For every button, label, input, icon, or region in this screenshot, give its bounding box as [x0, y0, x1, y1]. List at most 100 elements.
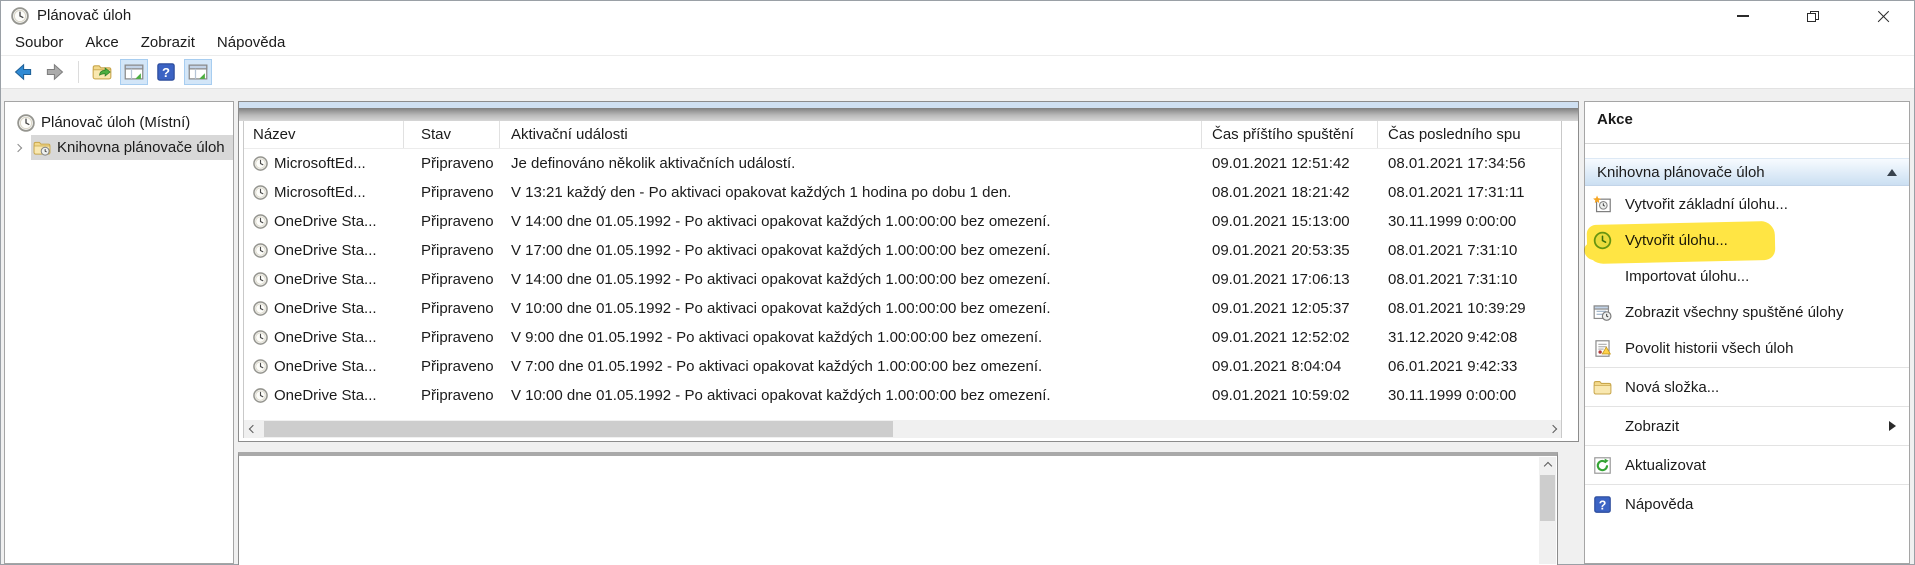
task-name: OneDrive Sta... [274, 300, 377, 317]
action-enable-task-history[interactable]: Povolit historii všech úloh [1585, 330, 1909, 366]
action-view-submenu[interactable]: Zobrazit [1585, 408, 1909, 444]
task-row[interactable]: OneDrive Sta... Připraveno V 9:00 dne 01… [244, 323, 1561, 352]
action-create-basic-task[interactable]: Vytvořit základní úlohu... [1585, 186, 1909, 222]
task-status: Připraveno [404, 329, 500, 346]
task-trigger: V 9:00 dne 01.05.1992 - Po aktivaci opak… [500, 329, 1202, 346]
help-button[interactable] [152, 59, 180, 85]
action-import-task[interactable]: Importovat úlohu... [1585, 258, 1909, 294]
task-next-run: 08.01.2021 18:21:42 [1202, 184, 1378, 201]
tree-library-selected-row[interactable]: Knihovna plánovače úloh [31, 135, 233, 160]
column-header-aktivacni-udalosti[interactable]: Aktivační události [500, 121, 1202, 148]
task-list-viewport: Název Stav Aktivační události Čas příští… [244, 121, 1561, 420]
tree-item-root[interactable]: Plánovač úloh (Místní) [5, 110, 233, 135]
task-status: Připraveno [404, 387, 500, 404]
task-name: OneDrive Sta... [274, 358, 377, 375]
minimize-button[interactable] [1720, 1, 1766, 31]
back-button[interactable] [9, 59, 37, 85]
folder-clock-icon [33, 139, 51, 157]
chevron-right-icon [14, 143, 22, 151]
preview-pane [238, 452, 1558, 565]
actions-section-header[interactable]: Knihovna plánovače úloh [1585, 158, 1909, 186]
running-tasks-icon [1593, 303, 1612, 322]
task-last-run: 31.12.2020 9:42:08 [1378, 329, 1561, 346]
actions-separator [1585, 406, 1909, 407]
task-last-run: 08.01.2021 10:39:29 [1378, 300, 1561, 317]
task-row[interactable]: MicrosoftEd... Připraveno V 13:21 každý … [244, 178, 1561, 207]
horizontal-scrollbar[interactable] [244, 420, 1561, 438]
title-bar: Plánovač úloh [1, 1, 1914, 31]
action-pane-toggle-button[interactable] [184, 59, 212, 85]
export-list-button[interactable] [88, 59, 116, 85]
task-last-run: 08.01.2021 17:34:56 [1378, 155, 1561, 172]
task-clock-icon [253, 388, 268, 403]
minimize-icon [1737, 15, 1749, 16]
close-button[interactable] [1860, 1, 1906, 31]
action-create-task[interactable]: Vytvořit úlohu... [1585, 222, 1909, 258]
task-row[interactable]: OneDrive Sta... Připraveno V 10:00 dne 0… [244, 381, 1561, 410]
task-row[interactable]: OneDrive Sta... Připraveno V 14:00 dne 0… [244, 265, 1561, 294]
submenu-arrow-icon [1889, 421, 1896, 431]
task-name: OneDrive Sta... [274, 213, 377, 230]
action-label: Zobrazit všechny spuštěné úlohy [1625, 304, 1843, 321]
task-last-run: 06.01.2021 9:42:33 [1378, 358, 1561, 375]
tree-item-library[interactable]: Knihovna plánovače úloh [5, 135, 233, 160]
task-trigger: V 10:00 dne 01.05.1992 - Po aktivaci opa… [500, 300, 1202, 317]
task-name: OneDrive Sta... [274, 242, 377, 259]
tree-root-label: Plánovač úloh (Místní) [41, 114, 190, 131]
console-tree-toggle-button[interactable] [120, 59, 148, 85]
task-row[interactable]: OneDrive Sta... Připraveno V 14:00 dne 0… [244, 207, 1561, 236]
task-trigger: Je definováno několik aktivačních událos… [500, 155, 1202, 172]
scroll-right-button[interactable] [1544, 420, 1561, 438]
action-help[interactable]: Nápověda [1585, 486, 1909, 522]
actions-separator [1585, 484, 1909, 485]
task-row[interactable]: MicrosoftEd... Připraveno Je definováno … [244, 149, 1561, 178]
task-last-run: 08.01.2021 17:31:11 [1378, 184, 1561, 201]
scroll-up-button[interactable] [1539, 457, 1556, 474]
action-new-folder[interactable]: Nová složka... [1585, 369, 1909, 405]
task-status: Připraveno [404, 242, 500, 259]
vertical-scrollbar[interactable] [1539, 457, 1556, 564]
menu-soubor[interactable]: Soubor [4, 31, 74, 55]
task-clock-icon [253, 272, 268, 287]
menu-bar: Soubor Akce Zobrazit Nápověda [1, 31, 1914, 55]
collapse-section-icon[interactable] [1887, 169, 1897, 176]
task-row[interactable]: OneDrive Sta... Připraveno V 7:00 dne 01… [244, 352, 1561, 381]
chevron-left-icon [248, 425, 256, 433]
task-clock-icon [253, 243, 268, 258]
chevron-up-icon [1543, 461, 1551, 469]
action-label: Nová složka... [1625, 379, 1719, 396]
scroll-left-button[interactable] [244, 420, 261, 438]
forward-icon [45, 62, 65, 82]
actions-separator [1585, 367, 1909, 368]
folder-icon [1593, 378, 1612, 397]
tree-expander-chevron[interactable] [5, 145, 31, 151]
action-show-running-tasks[interactable]: Zobrazit všechny spuštěné úlohy [1585, 294, 1909, 330]
column-header-cas-pristiho-spusteni[interactable]: Čas příštího spuštění [1202, 121, 1378, 148]
horizontal-scroll-thumb[interactable] [264, 421, 893, 437]
task-row[interactable]: OneDrive Sta... Připraveno V 17:00 dne 0… [244, 236, 1561, 265]
task-name: OneDrive Sta... [274, 329, 377, 346]
menu-napoveda[interactable]: Nápověda [206, 31, 296, 55]
menu-zobrazit[interactable]: Zobrazit [130, 31, 206, 55]
column-header-stav[interactable]: Stav [404, 121, 500, 148]
vertical-scroll-thumb[interactable] [1540, 475, 1555, 521]
action-refresh[interactable]: Aktualizovat [1585, 447, 1909, 483]
task-name: MicrosoftEd... [274, 155, 366, 172]
task-next-run: 09.01.2021 12:52:02 [1202, 329, 1378, 346]
action-label: Vytvořit základní úlohu... [1625, 196, 1788, 213]
task-last-run: 30.11.1999 0:00:00 [1378, 387, 1561, 404]
task-name: OneDrive Sta... [274, 271, 377, 288]
task-trigger: V 17:00 dne 01.05.1992 - Po aktivaci opa… [500, 242, 1202, 259]
menu-akce[interactable]: Akce [74, 31, 129, 55]
column-header-cas-posledniho-spusteni[interactable]: Čas posledního spu [1378, 121, 1561, 148]
horizontal-scroll-track[interactable] [261, 420, 1544, 438]
actions-separator [1585, 445, 1909, 446]
close-icon [1877, 10, 1890, 23]
restore-button[interactable] [1790, 1, 1836, 31]
task-row[interactable]: OneDrive Sta... Připraveno V 10:00 dne 0… [244, 294, 1561, 323]
task-next-run: 09.01.2021 10:59:02 [1202, 387, 1378, 404]
column-header-nazev[interactable]: Název [244, 121, 404, 148]
forward-button[interactable] [41, 59, 69, 85]
action-label: Aktualizovat [1625, 457, 1706, 474]
toolbar-separator [78, 61, 79, 83]
